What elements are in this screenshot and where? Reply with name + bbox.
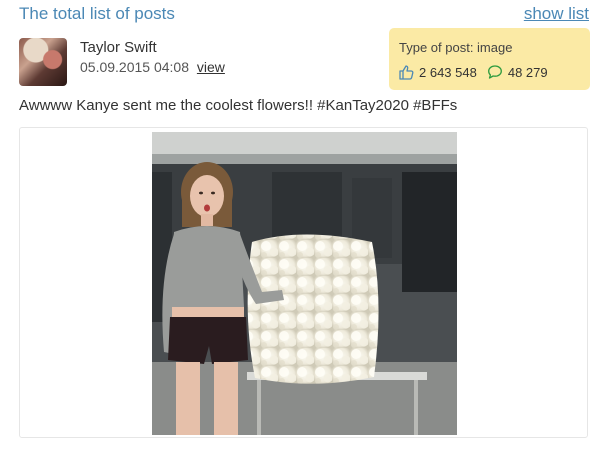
- view-link[interactable]: view: [197, 59, 225, 75]
- post-type-label: Type of post: image: [399, 40, 513, 55]
- likes-count: 2 643 548: [419, 64, 477, 80]
- post-image-frame: [19, 127, 588, 438]
- comments-stat: 48 279: [487, 64, 548, 80]
- thumbs-up-icon: [398, 64, 414, 80]
- avatar[interactable]: [19, 38, 67, 86]
- post-photo[interactable]: [152, 132, 457, 435]
- post-stats: 2 643 548 48 279: [398, 64, 548, 80]
- photo-illustration: [152, 132, 457, 435]
- post-header: Taylor Swift 05.09.2015 04:08 view: [19, 38, 389, 88]
- post-date: 05.09.2015 04:08: [80, 59, 189, 75]
- likes-stat: 2 643 548: [398, 64, 477, 80]
- comments-count: 48 279: [507, 64, 548, 80]
- author-name: Taylor Swift: [80, 39, 157, 56]
- page-header: The total list of posts show list: [19, 4, 589, 26]
- post-type-box: Type of post: image 2 643 548 48 279: [389, 28, 590, 90]
- post-datetime: 05.09.2015 04:08 view: [80, 59, 225, 75]
- comment-icon: [487, 64, 503, 80]
- page-title: The total list of posts: [19, 4, 175, 23]
- show-list-link[interactable]: show list: [524, 4, 589, 24]
- post-text: Awwww Kanye sent me the coolest flowers!…: [19, 97, 458, 114]
